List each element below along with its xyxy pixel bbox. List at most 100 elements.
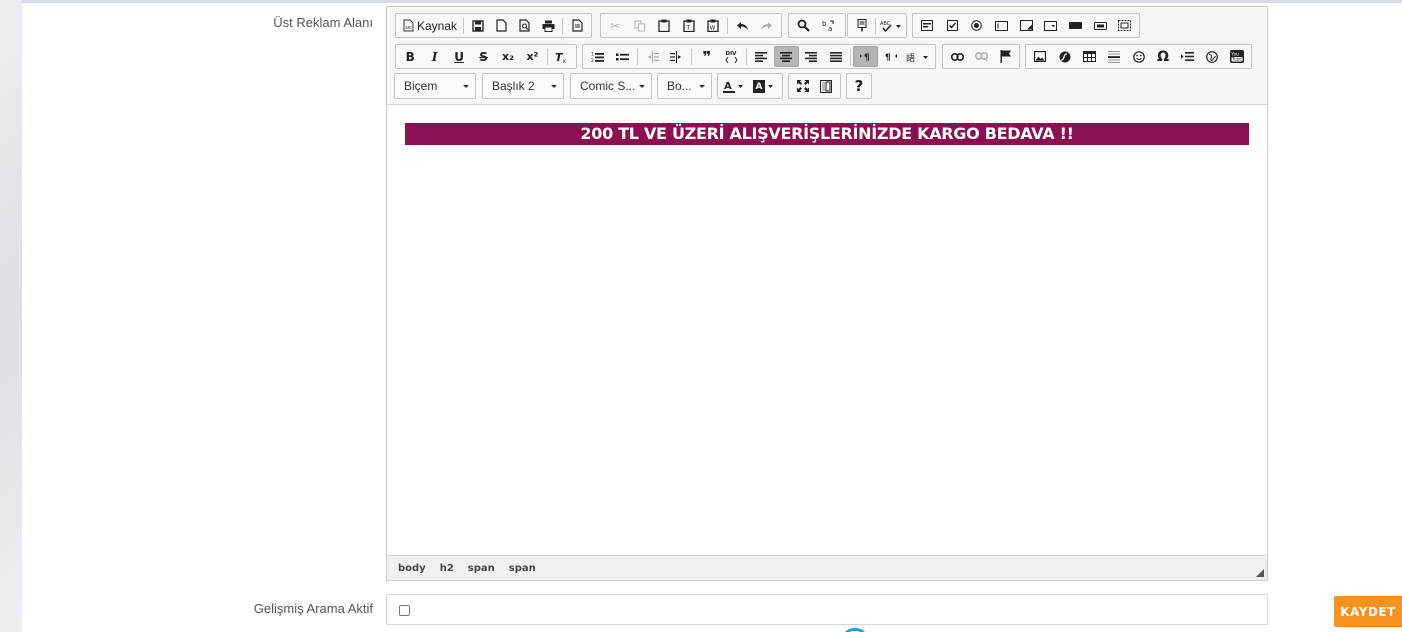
smiley-icon[interactable] [1126, 46, 1151, 67]
advanced-search-checkbox[interactable] [399, 605, 410, 616]
align-left-icon[interactable] [749, 46, 774, 67]
horizontal-rule-icon[interactable] [1102, 46, 1127, 67]
flash-icon[interactable] [1053, 46, 1078, 67]
editor-content-area[interactable]: 200 TL VE ÜZERİ ALIŞVERİŞLERİNİZDE KARGO… [387, 105, 1267, 555]
separator [746, 48, 748, 65]
path-item-span[interactable]: span [502, 563, 543, 574]
bold-button[interactable]: B [398, 46, 422, 67]
justify-icon[interactable] [824, 46, 849, 67]
indent-icon[interactable] [665, 46, 690, 67]
chevron-down-icon [699, 85, 705, 88]
select-field-icon[interactable] [1038, 15, 1063, 36]
path-item-body[interactable]: body [391, 563, 433, 574]
toolbar-group-find: ba [788, 13, 846, 38]
image-button-icon[interactable] [1088, 15, 1113, 36]
print-icon[interactable] [537, 15, 561, 36]
font-combo[interactable]: Comic S... [570, 73, 652, 99]
blockquote-icon[interactable]: ❞ [694, 46, 719, 67]
checkbox-icon[interactable] [940, 15, 965, 36]
toolbar-group-paragraph: 12 ❞ DIV ¶ ¶ 語 [582, 44, 936, 69]
svg-text:¶: ¶ [864, 53, 870, 62]
spellcheck-icon[interactable]: ABC [878, 15, 904, 36]
superscript-button[interactable]: x² [520, 46, 544, 67]
paste-word-icon[interactable]: W [701, 15, 725, 36]
redo-icon[interactable] [755, 15, 779, 36]
toolbar-group-colors: A A [717, 73, 783, 99]
iframe-globe-icon[interactable] [1200, 46, 1225, 67]
link-icon[interactable] [945, 46, 969, 67]
table-icon[interactable] [1077, 46, 1102, 67]
maximize-icon[interactable] [791, 76, 815, 97]
bg-color-icon[interactable]: A [750, 76, 780, 97]
gelismis-arama-label: Gelişmiş Arama Aktif [253, 601, 373, 616]
numbered-list-icon[interactable]: 12 [585, 46, 610, 67]
svg-text:W: W [710, 26, 716, 32]
hidden-field-icon[interactable] [1112, 15, 1137, 36]
paste-icon[interactable] [652, 15, 676, 36]
heading-combo[interactable]: Başlık 2 [482, 73, 564, 99]
source-button[interactable]: src Kaynak [398, 15, 461, 36]
italic-button[interactable]: I [422, 46, 446, 67]
subscript-button[interactable]: x₂ [496, 46, 520, 67]
format-combo[interactable]: Biçem [394, 73, 476, 99]
path-item-h2[interactable]: h2 [433, 563, 461, 574]
separator [546, 48, 548, 65]
help-button[interactable]: ? [847, 76, 871, 97]
div-icon[interactable]: DIV [719, 46, 744, 67]
remove-format-icon[interactable]: Tx [550, 46, 574, 67]
select-all-icon[interactable] [850, 15, 873, 36]
youtube-icon[interactable]: You Tube [1225, 46, 1250, 67]
underline-button[interactable]: U [447, 46, 471, 67]
templates-icon[interactable] [565, 15, 589, 36]
language-icon[interactable]: 語 [903, 46, 933, 67]
toolbar-group-basic: B I U S x₂ x² Tx [395, 44, 577, 69]
svg-text:語: 語 [906, 52, 915, 63]
anchor-flag-icon[interactable] [993, 46, 1017, 67]
outdent-icon[interactable] [640, 46, 665, 67]
textarea-icon[interactable] [1014, 15, 1039, 36]
toolbar-group-insert: Ω You Tube [1025, 44, 1252, 69]
special-char-icon[interactable]: Ω [1151, 46, 1176, 67]
cut-icon[interactable]: ✂ [603, 15, 627, 36]
undo-icon[interactable] [730, 15, 754, 36]
strike-button[interactable]: S [471, 46, 495, 67]
text-color-icon[interactable]: A [720, 76, 750, 97]
radio-icon[interactable] [964, 15, 989, 36]
cargo-banner-heading: 200 TL VE ÜZERİ ALIŞVERİŞLERİNİZDE KARGO… [405, 123, 1249, 145]
find-icon[interactable] [791, 15, 816, 36]
svg-text:1: 1 [591, 51, 594, 57]
replace-icon[interactable]: ba [816, 15, 841, 36]
align-center-icon[interactable] [773, 46, 799, 67]
path-item-span[interactable]: span [461, 563, 502, 574]
svg-text:A: A [756, 82, 763, 92]
element-path-bar: body h2 span span [387, 555, 1267, 580]
bulleted-list-icon[interactable] [610, 46, 635, 67]
save-icon[interactable] [466, 15, 490, 36]
paste-text-icon[interactable]: T [676, 15, 700, 36]
image-icon[interactable] [1028, 46, 1053, 67]
svg-text:2: 2 [591, 58, 594, 63]
toolbar-group-help: ? [846, 73, 872, 99]
separator [850, 48, 852, 65]
button-field-icon[interactable] [1063, 15, 1088, 36]
resize-handle-icon[interactable] [1256, 569, 1264, 577]
new-page-icon[interactable] [490, 15, 514, 36]
ltr-icon[interactable]: ¶ [853, 46, 879, 67]
copy-icon[interactable] [627, 15, 651, 36]
preview-icon[interactable] [513, 15, 537, 36]
page-break-icon[interactable] [1175, 46, 1200, 67]
svg-text:T: T [685, 25, 690, 32]
toolbar-group-clipboard: ✂ T W [600, 13, 782, 38]
separator [691, 48, 693, 65]
align-right-icon[interactable] [799, 46, 824, 67]
save-button[interactable]: KAYDET [1334, 596, 1402, 627]
svg-text:A: A [724, 81, 732, 92]
unlink-icon[interactable] [969, 46, 993, 67]
size-combo[interactable]: Bo... [657, 73, 712, 99]
form-icon[interactable] [915, 15, 940, 36]
rtl-icon[interactable]: ¶ [878, 46, 903, 67]
chevron-down-icon [551, 85, 557, 88]
show-blocks-icon[interactable] [815, 76, 839, 97]
separator [727, 17, 729, 34]
textfield-icon[interactable] [989, 15, 1014, 36]
